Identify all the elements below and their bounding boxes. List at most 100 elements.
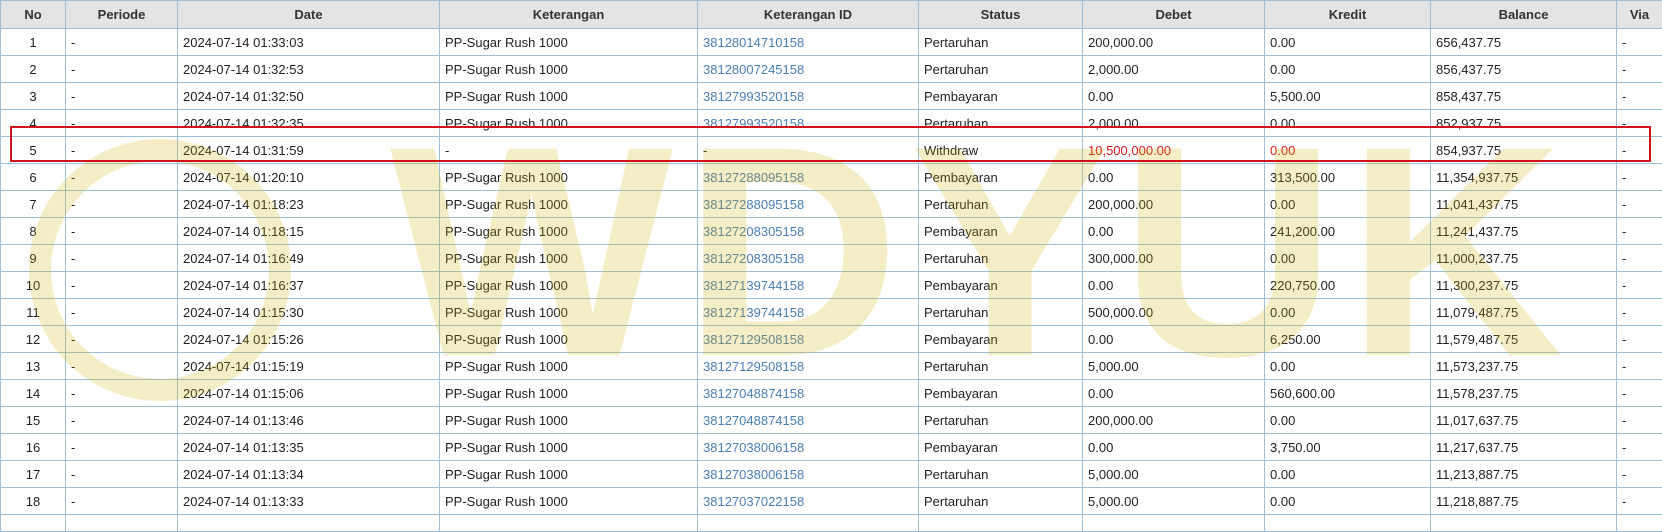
cell-balance: 11,218,887.75	[1431, 488, 1617, 515]
table-row-partial	[1, 515, 1662, 532]
cell-kredit: 0.00	[1265, 110, 1431, 137]
cell-date: 2024-07-14 01:31:59	[178, 137, 440, 164]
keterangan-id-link[interactable]: 38127288095158	[703, 170, 804, 185]
cell-debet: 0.00	[1083, 434, 1265, 461]
cell-debet: 200,000.00	[1083, 29, 1265, 56]
cell-kredit: 0.00	[1265, 407, 1431, 434]
column-header-no[interactable]: No	[1, 1, 66, 29]
keterangan-id-link[interactable]: 38127288095158	[703, 197, 804, 212]
keterangan-id-link[interactable]: 38127208305158	[703, 224, 804, 239]
cell-debet: 2,000.00	[1083, 110, 1265, 137]
keterangan-id-link[interactable]: 38127129508158	[703, 332, 804, 347]
cell-balance: 11,041,437.75	[1431, 191, 1617, 218]
cell-no: 18	[1, 488, 66, 515]
cell-via: -	[1617, 299, 1662, 326]
cell-balance: 858,437.75	[1431, 83, 1617, 110]
cell-ket-id: 38127993520158	[698, 110, 919, 137]
cell-balance: 852,937.75	[1431, 110, 1617, 137]
cell-ket-id: 38127048874158	[698, 407, 919, 434]
keterangan-id-link[interactable]: 38127139744158	[703, 305, 804, 320]
cell-keterangan: PP-Sugar Rush 1000	[440, 56, 698, 83]
cell-date: 2024-07-14 01:16:37	[178, 272, 440, 299]
table-row: 7-2024-07-14 01:18:23PP-Sugar Rush 10003…	[1, 191, 1662, 218]
cell-via: -	[1617, 326, 1662, 353]
table-body: 1-2024-07-14 01:33:03PP-Sugar Rush 10003…	[1, 29, 1662, 532]
keterangan-id-link[interactable]: 38127048874158	[703, 386, 804, 401]
cell-kredit: 241,200.00	[1265, 218, 1431, 245]
cell-status: Pertaruhan	[919, 245, 1083, 272]
column-header-debet[interactable]: Debet	[1083, 1, 1265, 29]
cell-kredit: 0.00	[1265, 191, 1431, 218]
cell-status: Pembayaran	[919, 326, 1083, 353]
cell-periode: -	[66, 191, 178, 218]
cell-balance: 11,217,637.75	[1431, 434, 1617, 461]
table-row: 13-2024-07-14 01:15:19PP-Sugar Rush 1000…	[1, 353, 1662, 380]
cell-keterangan: -	[440, 137, 698, 164]
cell-no: 5	[1, 137, 66, 164]
cell-date: 2024-07-14 01:13:33	[178, 488, 440, 515]
keterangan-id-link[interactable]: 38127993520158	[703, 116, 804, 131]
table-row: 18-2024-07-14 01:13:33PP-Sugar Rush 1000…	[1, 488, 1662, 515]
column-header-via[interactable]: Via	[1617, 1, 1662, 29]
cell-ket-id: 38127288095158	[698, 191, 919, 218]
cell-no: 14	[1, 380, 66, 407]
keterangan-id-link[interactable]: 38127038006158	[703, 440, 804, 455]
cell-periode: -	[66, 218, 178, 245]
cell-kredit: 0.00	[1265, 353, 1431, 380]
keterangan-id-link[interactable]: 38127038006158	[703, 467, 804, 482]
cell-empty	[178, 515, 440, 532]
cell-no: 6	[1, 164, 66, 191]
keterangan-id-link[interactable]: 38128014710158	[703, 35, 804, 50]
table-row: 11-2024-07-14 01:15:30PP-Sugar Rush 1000…	[1, 299, 1662, 326]
cell-via: -	[1617, 29, 1662, 56]
cell-balance: 11,079,487.75	[1431, 299, 1617, 326]
table-row: 4-2024-07-14 01:32:35PP-Sugar Rush 10003…	[1, 110, 1662, 137]
cell-debet: 200,000.00	[1083, 407, 1265, 434]
cell-status: Pembayaran	[919, 272, 1083, 299]
transaction-table: NoPeriodeDateKeteranganKeterangan IDStat…	[0, 0, 1662, 532]
column-header-kredit[interactable]: Kredit	[1265, 1, 1431, 29]
cell-via: -	[1617, 461, 1662, 488]
cell-periode: -	[66, 56, 178, 83]
cell-periode: -	[66, 353, 178, 380]
cell-keterangan: PP-Sugar Rush 1000	[440, 272, 698, 299]
cell-keterangan: PP-Sugar Rush 1000	[440, 218, 698, 245]
cell-status: Pertaruhan	[919, 488, 1083, 515]
keterangan-id-link[interactable]: 38128007245158	[703, 62, 804, 77]
keterangan-id-link[interactable]: 38127993520158	[703, 89, 804, 104]
table-header: NoPeriodeDateKeteranganKeterangan IDStat…	[1, 1, 1662, 29]
cell-keterangan: PP-Sugar Rush 1000	[440, 164, 698, 191]
cell-no: 2	[1, 56, 66, 83]
cell-keterangan: PP-Sugar Rush 1000	[440, 110, 698, 137]
cell-debet: 0.00	[1083, 272, 1265, 299]
cell-no: 3	[1, 83, 66, 110]
cell-periode: -	[66, 245, 178, 272]
cell-kredit: 0.00	[1265, 245, 1431, 272]
cell-status: Withdraw	[919, 137, 1083, 164]
column-header-date[interactable]: Date	[178, 1, 440, 29]
cell-ket-id: 38128007245158	[698, 56, 919, 83]
cell-date: 2024-07-14 01:18:15	[178, 218, 440, 245]
column-header-periode[interactable]: Periode	[66, 1, 178, 29]
cell-via: -	[1617, 56, 1662, 83]
cell-kredit: 3,750.00	[1265, 434, 1431, 461]
cell-kredit: 6,250.00	[1265, 326, 1431, 353]
cell-kredit: 0.00	[1265, 56, 1431, 83]
keterangan-id-link[interactable]: 38127129508158	[703, 359, 804, 374]
column-header-status[interactable]: Status	[919, 1, 1083, 29]
cell-status: Pertaruhan	[919, 191, 1083, 218]
keterangan-id-link[interactable]: 38127208305158	[703, 251, 804, 266]
cell-via: -	[1617, 137, 1662, 164]
column-header-keterangan[interactable]: Keterangan	[440, 1, 698, 29]
keterangan-id-link[interactable]: 38127037022158	[703, 494, 804, 509]
column-header-balance[interactable]: Balance	[1431, 1, 1617, 29]
column-header-keterangan-id[interactable]: Keterangan ID	[698, 1, 919, 29]
cell-status: Pertaruhan	[919, 56, 1083, 83]
cell-status: Pertaruhan	[919, 461, 1083, 488]
cell-ket-id: 38127139744158	[698, 299, 919, 326]
keterangan-id-link[interactable]: 38127048874158	[703, 413, 804, 428]
cell-no: 11	[1, 299, 66, 326]
keterangan-id-link[interactable]: 38127139744158	[703, 278, 804, 293]
cell-ket-id: 38128014710158	[698, 29, 919, 56]
cell-date: 2024-07-14 01:32:50	[178, 83, 440, 110]
